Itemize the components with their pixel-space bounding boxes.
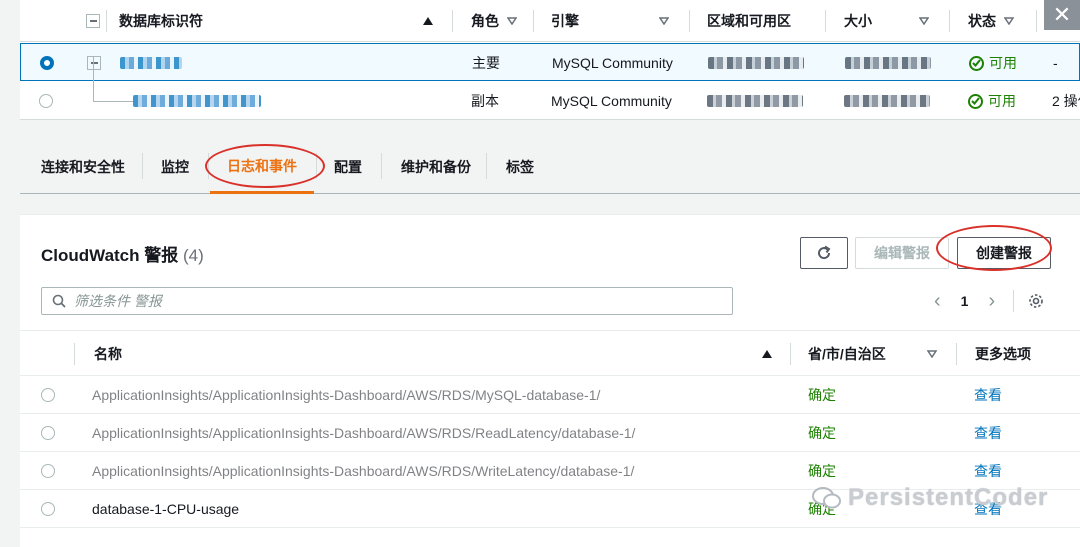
sort-toggle-icon[interactable] <box>927 331 937 377</box>
db-region <box>708 44 804 82</box>
panel-title: CloudWatch 警报 (4) <box>41 246 204 265</box>
watermark: PersistentCoder <box>812 484 1048 512</box>
db-size <box>845 44 931 82</box>
db-identifier-link[interactable] <box>133 82 261 120</box>
db-engine: MySQL Community <box>551 93 672 109</box>
alarm-name: ApplicationInsights/ApplicationInsights-… <box>92 387 601 403</box>
db-row-replica[interactable]: 副本 MySQL Community 可用 2 操作 <box>20 82 1080 120</box>
check-circle-icon <box>968 93 983 109</box>
row-radio[interactable] <box>41 414 55 452</box>
alarm-state: 确定 <box>808 425 836 441</box>
tab-tags[interactable]: 标签 <box>506 140 534 194</box>
row-radio[interactable] <box>41 376 55 414</box>
wechat-icon <box>812 487 842 509</box>
db-row-primary[interactable]: 主要 MySQL Community 可用 - <box>20 43 1080 81</box>
tab-logs-events[interactable]: 日志和事件 <box>210 140 314 194</box>
search-icon <box>52 294 66 308</box>
create-alarm-button[interactable]: 创建警报 <box>957 237 1051 269</box>
alarm-row[interactable]: ApplicationInsights/ApplicationInsights-… <box>20 376 1080 414</box>
col-alarm-state[interactable]: 省/市/自治区 <box>808 331 886 377</box>
alarm-table-header: 名称 省/市/自治区 更多选项 <box>20 330 1080 376</box>
refresh-button[interactable] <box>800 237 848 269</box>
tree-connector <box>93 56 133 102</box>
view-alarm-link[interactable]: 查看 <box>974 414 1002 452</box>
col-identifier[interactable]: 数据库标识符 <box>119 0 203 42</box>
db-engine: MySQL Community <box>552 55 673 71</box>
page-number[interactable]: 1 <box>961 293 969 309</box>
row-radio[interactable] <box>39 82 53 120</box>
row-radio[interactable] <box>40 44 54 82</box>
col-status[interactable]: 状态 <box>968 0 1014 42</box>
alarm-name: ApplicationInsights/ApplicationInsights-… <box>92 463 635 479</box>
tab-configuration[interactable]: 配置 <box>334 140 362 194</box>
check-circle-icon <box>969 55 984 71</box>
view-alarm-link[interactable]: 查看 <box>974 376 1002 414</box>
expand-all-icon[interactable] <box>86 0 100 42</box>
col-region[interactable]: 区域和可用区 <box>707 0 791 42</box>
tab-monitoring[interactable]: 监控 <box>161 140 189 194</box>
db-role: 副本 <box>471 93 499 109</box>
col-more-options: 更多选项 <box>975 346 1031 362</box>
detail-tabs: 连接和安全性 监控 日志和事件 配置 维护和备份 标签 <box>20 140 1080 194</box>
alarm-name: database-1-CPU-usage <box>92 501 240 517</box>
db-status: 可用 <box>968 82 1016 120</box>
tab-connectivity[interactable]: 连接和安全性 <box>41 140 125 194</box>
tab-maintenance[interactable]: 维护和备份 <box>401 140 471 194</box>
db-actions[interactable]: 2 操作 <box>1052 82 1080 120</box>
db-size <box>844 82 930 120</box>
alarm-filter-input[interactable]: 筛选条件 警报 <box>41 287 733 315</box>
col-engine[interactable]: 引擎 <box>551 0 579 42</box>
db-region <box>707 82 803 120</box>
row-radio[interactable] <box>41 490 55 528</box>
edit-alarm-button[interactable]: 编辑警报 <box>855 237 949 269</box>
close-icon[interactable]: ✕ <box>1044 0 1080 30</box>
db-status: 可用 <box>969 44 1017 82</box>
row-radio[interactable] <box>41 452 55 490</box>
sort-asc-icon[interactable] <box>423 0 433 42</box>
db-table-header: 数据库标识符 角色 引擎 区域和可用区 大小 状态 操作 <box>20 0 1080 42</box>
sort-toggle-icon[interactable] <box>919 0 929 42</box>
alarm-name: ApplicationInsights/ApplicationInsights-… <box>92 425 636 441</box>
sort-toggle-icon <box>506 17 517 25</box>
db-actions: - <box>1053 55 1058 71</box>
col-alarm-name[interactable]: 名称 <box>94 331 122 377</box>
col-role[interactable]: 角色 <box>471 0 517 42</box>
sort-toggle-icon[interactable] <box>659 0 669 42</box>
pagination: ‹ 1 › <box>934 287 1044 315</box>
col-size[interactable]: 大小 <box>844 0 872 42</box>
sort-asc-icon[interactable] <box>762 331 772 377</box>
gear-icon[interactable] <box>1028 293 1044 309</box>
alarm-row[interactable]: ApplicationInsights/ApplicationInsights-… <box>20 414 1080 452</box>
chevron-right-icon[interactable]: › <box>988 290 995 313</box>
refresh-icon <box>818 245 831 260</box>
alarm-state: 确定 <box>808 387 836 403</box>
db-instances-table: 数据库标识符 角色 引擎 区域和可用区 大小 状态 操作 主要 MySQL Co… <box>20 0 1080 120</box>
chevron-left-icon[interactable]: ‹ <box>934 290 941 313</box>
db-role: 主要 <box>472 55 500 71</box>
